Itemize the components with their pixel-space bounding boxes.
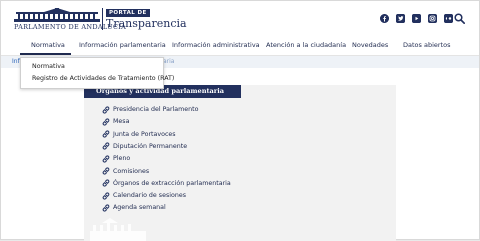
normativa-dropdown-menu: Normativa Registro de Actividades de Tra… (20, 57, 174, 89)
panel-link[interactable]: Calendario de sesiones (102, 191, 186, 200)
dropdown-item-rat[interactable]: Registro de Actividades de Tratamiento (… (32, 75, 174, 82)
search-icon[interactable] (454, 13, 465, 24)
nav-item-informacion-parlamentaria[interactable]: Información parlamentaria (79, 41, 166, 49)
panel-link-label: Comisiones (113, 167, 150, 175)
flickr-icon[interactable] (444, 14, 453, 23)
panel-link[interactable]: Órganos de extracción parlamentaria (102, 179, 231, 188)
panel-link[interactable]: Mesa (102, 117, 129, 126)
panel-link[interactable]: Agenda semanal (102, 203, 166, 212)
panel-link[interactable]: Comisiones (102, 167, 149, 176)
panel-link-label: Junta de Portavoces (113, 130, 176, 138)
browser-window: PARLAMENTO DE ANDALUCÍA PORTAL DE Transp… (0, 0, 480, 241)
panel-link[interactable]: Diputación Permanente (102, 142, 187, 151)
panel-link[interactable]: Junta de Portavoces (102, 130, 176, 139)
panel-link-label: Diputación Permanente (113, 142, 188, 150)
link-icon (102, 179, 110, 187)
link-icon (102, 192, 110, 200)
nav-item-informacion-administrativa[interactable]: Información administrativa (172, 41, 260, 49)
social-links (380, 14, 453, 23)
nav-item-novedades[interactable]: Novedades (352, 41, 388, 49)
nav-item-normativa[interactable]: Normativa (31, 41, 65, 49)
link-icon (102, 130, 110, 138)
panel-link[interactable]: Pleno (102, 154, 130, 163)
link-icon (102, 204, 110, 212)
panel-link[interactable]: Presidencia del Parlamento (102, 105, 199, 114)
panel-link-label: Órganos de extracción parlamentaria (113, 179, 231, 187)
instagram-icon[interactable] (428, 14, 437, 23)
parliament-building-icon[interactable] (14, 8, 100, 22)
portal-title[interactable]: Transparencia (106, 17, 187, 30)
nav-active-indicator (20, 53, 71, 55)
link-icon (102, 142, 110, 150)
panel-link-label: Pleno (113, 155, 131, 163)
link-icon (102, 105, 110, 114)
link-icon (102, 118, 110, 126)
header-separator (447, 14, 448, 23)
link-icon (102, 155, 110, 163)
logo-divider (102, 8, 103, 30)
building-silhouette (90, 218, 146, 241)
portal-label[interactable]: PORTAL DE (106, 9, 150, 17)
nav-item-atencion-ciudadania[interactable]: Atención a la ciudadanía (266, 41, 346, 49)
twitter-icon[interactable] (396, 14, 405, 23)
main-nav: Normativa Información parlamentaria Info… (1, 36, 479, 56)
nav-item-datos-abiertos[interactable]: Datos abiertos (403, 41, 450, 49)
link-icon (102, 167, 110, 175)
panel-link-label: Calendario de sesiones (113, 192, 186, 200)
dropdown-item-normativa[interactable]: Normativa (32, 63, 65, 70)
panel-link-label: Mesa (113, 118, 130, 126)
facebook-icon[interactable] (380, 14, 389, 23)
panel-link-label: Agenda semanal (113, 204, 166, 212)
youtube-icon[interactable] (412, 14, 421, 23)
site-header: PARLAMENTO DE ANDALUCÍA PORTAL DE Transp… (1, 1, 479, 35)
panel-link-label: Presidencia del Parlamento (113, 106, 199, 113)
breadcrumb-current: aria (163, 58, 175, 65)
